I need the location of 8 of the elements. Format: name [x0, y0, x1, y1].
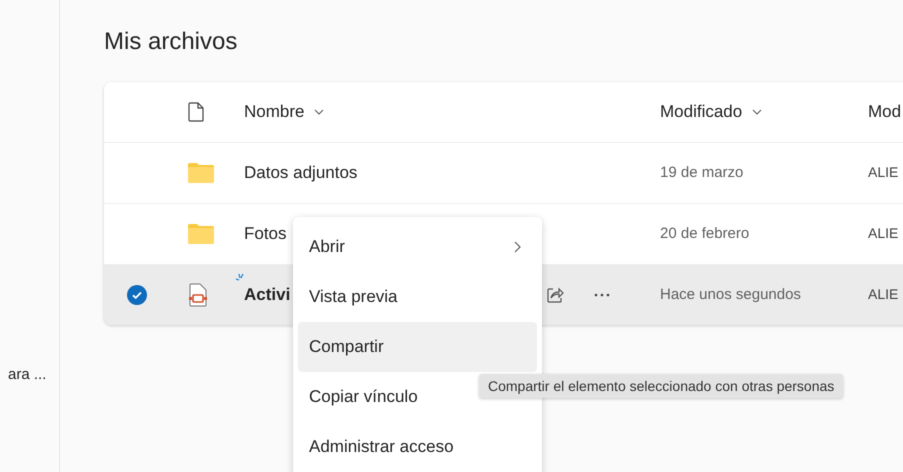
modified-date: 19 de marzo — [660, 164, 744, 181]
modified-by: ALIE — [868, 286, 898, 302]
modified-by: ALIE — [868, 225, 898, 241]
page-title: Mis archivos — [104, 28, 238, 56]
modified-date: Hace unos segundos — [660, 286, 801, 303]
modified-by: ALIE — [868, 164, 898, 180]
tooltip: Compartir el elemento seleccionado con otras personas — [479, 374, 844, 398]
modified-date: 20 de febrero — [660, 225, 750, 242]
